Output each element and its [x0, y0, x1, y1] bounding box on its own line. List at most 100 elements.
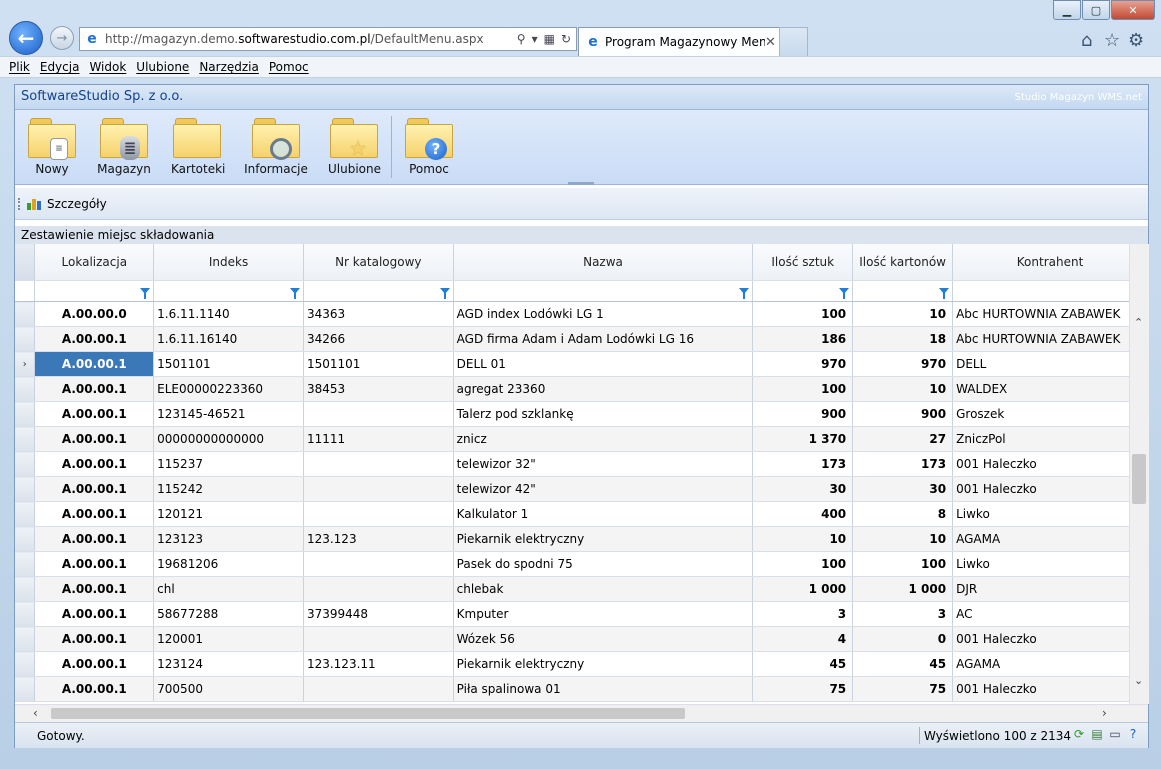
grid-cell[interactable]: Kmputer — [453, 601, 754, 627]
menu-ulubione[interactable]: Ulubione — [136, 60, 189, 74]
row-selector[interactable]: › — [15, 351, 36, 377]
grid-cell[interactable] — [303, 551, 454, 577]
grid-cell[interactable]: 75 — [852, 676, 954, 702]
ribbon-ulubione-button[interactable]: ★ Ulubione — [328, 118, 381, 176]
grid-cell[interactable]: Pasek do spodni 75 — [453, 551, 754, 577]
grid-cell[interactable]: A.00.00.1 — [34, 501, 155, 527]
grid-cell[interactable]: Liwko — [952, 551, 1148, 577]
close-tab-icon[interactable]: ✕ — [765, 35, 779, 50]
filter-icon[interactable] — [739, 288, 750, 299]
grid-cell[interactable]: AC — [952, 601, 1148, 627]
dropdown-icon[interactable]: ▾ — [532, 32, 538, 46]
ribbon-magazyn-button[interactable]: ≣ Magazyn — [97, 118, 151, 176]
ribbon-collapse-grip[interactable] — [568, 182, 594, 185]
refresh-icon[interactable]: ⟳ — [1072, 727, 1086, 741]
ribbon-pomoc-button[interactable]: ? Pomoc — [403, 118, 455, 176]
compatibility-icon[interactable]: ▦ — [544, 32, 555, 46]
filter-cell[interactable] — [303, 280, 454, 302]
grid-cell[interactable]: 58677288 — [153, 601, 304, 627]
scroll-right-icon[interactable]: › — [1102, 706, 1107, 720]
grid-cell[interactable]: 120001 — [153, 626, 304, 652]
filter-icon[interactable] — [939, 288, 950, 299]
table-row[interactable]: A.00.00.1 123123 123.123 Piekarnik elektryc… — [15, 526, 1148, 552]
grid-cell[interactable]: 45 — [752, 651, 854, 677]
grid-cell[interactable]: ZniczPol — [952, 426, 1148, 452]
grid-cell[interactable]: Piekarnik elektryczny — [453, 526, 754, 552]
grid-cell[interactable]: 34266 — [303, 326, 454, 352]
menu-widok[interactable]: Widok — [89, 60, 126, 74]
grid-cell[interactable]: 400 — [752, 501, 854, 527]
row-selector[interactable] — [15, 601, 36, 627]
grid-cell[interactable]: 173 — [852, 451, 954, 477]
grid-cell[interactable]: A.00.00.1 — [34, 401, 155, 427]
horizontal-scroll-thumb[interactable] — [51, 708, 685, 719]
grid-cell[interactable]: AGD firma Adam i Adam Lodówki LG 16 — [453, 326, 754, 352]
grid-cell[interactable]: 8 — [852, 501, 954, 527]
grid-cell[interactable]: 4 — [752, 626, 854, 652]
table-row[interactable]: A.00.00.1 ELE00000223360 38453 agregat 2336… — [15, 376, 1148, 402]
grid-cell[interactable]: DJR — [952, 576, 1148, 602]
grid-cell[interactable]: 34363 — [303, 301, 454, 327]
column-header[interactable]: Lokalizacja — [34, 244, 155, 281]
grid-cell[interactable]: 75 — [752, 676, 854, 702]
grid-cell[interactable] — [303, 626, 454, 652]
grid-cell[interactable]: 900 — [852, 401, 954, 427]
grid-cell[interactable]: AGAMA — [952, 651, 1148, 677]
grid-cell[interactable]: chlebak — [453, 576, 754, 602]
grid-cell[interactable]: znicz — [453, 426, 754, 452]
row-selector[interactable] — [15, 626, 36, 652]
table-row[interactable]: A.00.00.1 123145-46521 Talerz pod szklankę… — [15, 401, 1148, 427]
ribbon-kartoteki-button[interactable]: Kartoteki — [171, 118, 225, 176]
grid-cell[interactable]: 10 — [852, 376, 954, 402]
grid-cell[interactable]: DELL 01 — [453, 351, 754, 377]
filter-icon[interactable] — [289, 288, 300, 299]
filter-icon[interactable] — [140, 288, 151, 299]
print-icon[interactable]: ▭ — [1108, 727, 1122, 741]
filter-icon[interactable] — [439, 288, 450, 299]
scroll-down-icon[interactable]: ⌄ — [1134, 674, 1143, 687]
new-tab-button[interactable] — [779, 27, 808, 56]
row-selector[interactable] — [15, 451, 36, 477]
filter-cell[interactable] — [752, 280, 854, 302]
filter-icon[interactable] — [839, 288, 850, 299]
row-selector[interactable] — [15, 326, 36, 352]
ribbon-nowy-button[interactable]: ≡ Nowy — [27, 118, 77, 176]
grid-cell[interactable]: 38453 — [303, 376, 454, 402]
table-row[interactable]: A.00.00.1 115242 telewizor 42" 30 30 001 Hale… — [15, 476, 1148, 502]
browser-tab[interactable]: e Program Magazynowy Menu ✕ — [578, 27, 780, 56]
menu-plik[interactable]: Plik — [9, 60, 30, 74]
grid-cell[interactable]: 1 000 — [852, 576, 954, 602]
close-window-button[interactable]: ✕ — [1111, 0, 1155, 20]
table-row[interactable]: A.00.00.0 1.6.11.1140 34363 AGD index Lodów… — [15, 301, 1148, 327]
grid-cell[interactable]: 970 — [752, 351, 854, 377]
grid-cell[interactable]: telewizor 32" — [453, 451, 754, 477]
row-selector[interactable] — [15, 376, 36, 402]
grid-cell[interactable]: A.00.00.1 — [34, 651, 155, 677]
help-icon[interactable]: ? — [1126, 727, 1140, 741]
grid-cell[interactable]: 37399448 — [303, 601, 454, 627]
minimize-button[interactable]: ▁ — [1053, 0, 1081, 20]
row-selector[interactable] — [15, 501, 36, 527]
back-icon[interactable]: ← — [9, 21, 43, 55]
grid-cell[interactable]: Groszek — [952, 401, 1148, 427]
column-header[interactable]: Nr katalogowy — [303, 244, 454, 281]
table-row[interactable]: A.00.00.1 chl chlebak 1 000 1 000 DJR — [15, 576, 1148, 602]
table-row[interactable]: A.00.00.1 58677288 37399448 Kmputer 3 3 AC — [15, 601, 1148, 627]
column-header[interactable]: Nazwa — [453, 244, 754, 281]
search-icon[interactable]: ⚲ — [517, 32, 526, 46]
filter-cell[interactable] — [34, 280, 155, 302]
export-icon[interactable]: ▤ — [1090, 727, 1104, 741]
grid-cell[interactable]: 123.123.11 — [303, 651, 454, 677]
filter-cell[interactable] — [852, 280, 954, 302]
grid-cell[interactable]: Wózek 56 — [453, 626, 754, 652]
grid-cell[interactable]: 30 — [852, 476, 954, 502]
grid-cell[interactable]: 001 Haleczko — [952, 451, 1148, 477]
grid-cell[interactable]: 001 Haleczko — [952, 676, 1148, 702]
filter-cell[interactable] — [153, 280, 304, 302]
grid-cell[interactable]: 27 — [852, 426, 954, 452]
grid-cell[interactable]: 123145-46521 — [153, 401, 304, 427]
row-selector[interactable] — [15, 551, 36, 577]
grid-cell[interactable]: 0 — [852, 626, 954, 652]
grid-cell[interactable]: A.00.00.1 — [34, 476, 155, 502]
grid-cell[interactable]: 1.6.11.16140 — [153, 326, 304, 352]
